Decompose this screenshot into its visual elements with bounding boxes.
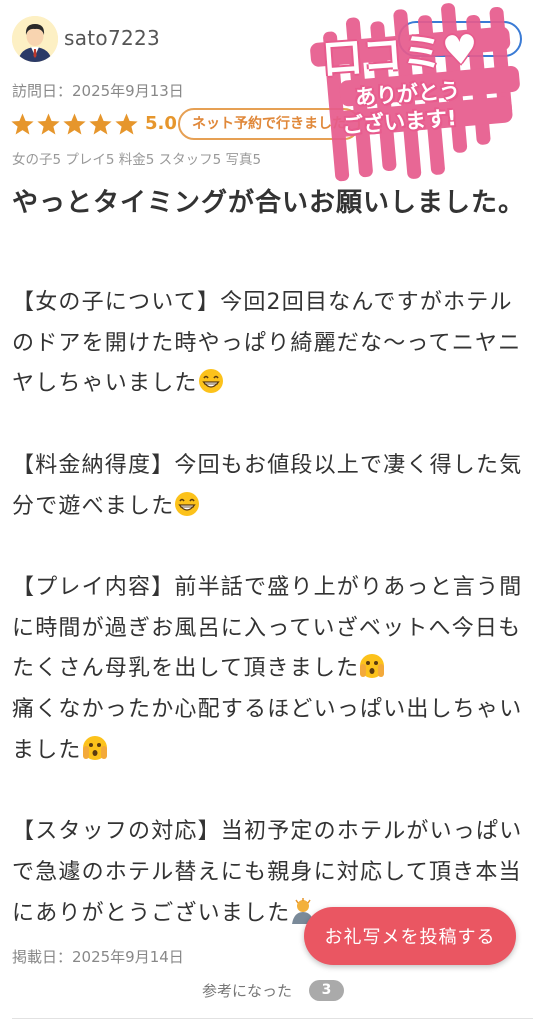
review-paragraph: 【料金納得度】今回もお値段以上で凄く得した気分で遊べました [12,446,532,527]
review-paragraph: 痛くなかったか心配するほどいっぱい出しちゃいました [12,690,532,771]
star-icon [89,113,112,135]
review-paragraph: 【プレイ内容】前半話で盛り上がりあっと言う間に時間が過ぎお風呂に入っていざベット… [12,568,532,690]
rating-score: 5.0 [145,113,177,134]
reviewer-username[interactable]: sato7223 [64,26,160,50]
star-icon [63,113,86,135]
post-date: 掲載日：2025年9月14日 [12,948,184,966]
grinning-face-icon [198,369,223,394]
review-paragraph-text: 【プレイ内容】前半話で盛り上がりあっと言う間に時間が過ぎお風呂に入っていざベット… [12,574,523,682]
user-avatar-icon [12,16,58,62]
star-rating [10,112,139,137]
helpful-button[interactable]: 参考になった [202,980,292,1001]
review-paragraph-text: 【女の子について】今回2回目なんですがホテルのドアを開けた時やっぱり綺麗だな〜っ… [12,290,522,397]
peeking-face-icon [360,654,385,679]
post-thank-you-photo-button[interactable]: お礼写メを投稿する [304,907,516,965]
star-icon [115,113,138,135]
visit-date: 訪問日：2025年9月13日 [12,82,184,100]
star-icon [37,113,60,135]
star-icon [11,113,34,135]
review-body: 【女の子について】今回2回目なんですがホテルのドアを開けた時やっぱり綺麗だな〜っ… [12,283,532,934]
review-paragraph: 【女の子について】今回2回目なんですがホテルのドアを開けた時やっぱり綺麗だな〜っ… [12,283,532,405]
heart-icon: ♥ [440,26,480,75]
reviewer-avatar[interactable] [12,16,58,62]
peeking-face-icon [82,735,107,760]
helpful-count-badge: 3 [309,980,344,1001]
divider [12,1018,533,1019]
category-scores: 女の子5 プレイ5 料金5 スタッフ5 写真5 [12,152,262,168]
review-paragraph-text: 【料金納得度】今回もお値段以上で凄く得した気分で遊べました [12,452,523,519]
grinning-face-icon [175,491,200,516]
